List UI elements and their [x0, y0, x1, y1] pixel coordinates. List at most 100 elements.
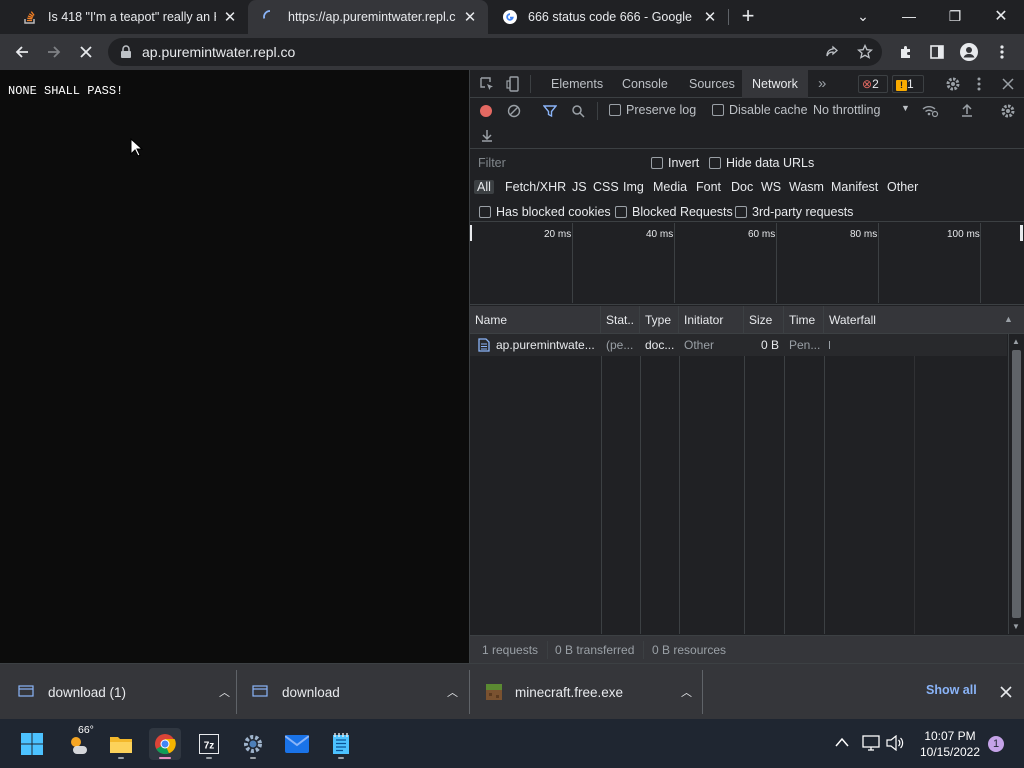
- filter-other[interactable]: Other: [887, 180, 918, 194]
- filter-manifest[interactable]: Manifest: [831, 180, 878, 194]
- table-row[interactable]: ap.puremintwate... (pe... doc... Other 0…: [470, 334, 1007, 356]
- hide-data-urls-checkbox[interactable]: Hide data URLs: [709, 156, 814, 170]
- close-tab-icon[interactable]: ✕: [222, 8, 238, 26]
- filter-ws[interactable]: WS: [761, 180, 781, 194]
- network-settings-gear-icon[interactable]: [1000, 103, 1016, 119]
- taskbar-settings[interactable]: [237, 728, 269, 760]
- notification-count-badge[interactable]: 1: [988, 736, 1004, 752]
- taskbar-notepad[interactable]: [325, 728, 357, 760]
- lock-icon[interactable]: [120, 45, 132, 59]
- column-waterfall[interactable]: Waterfall: [824, 306, 1024, 334]
- download-item[interactable]: minecraft.free.exe ︿: [486, 664, 692, 720]
- taskbar-7zip[interactable]: 7z: [193, 728, 225, 760]
- has-blocked-cookies-checkbox[interactable]: Has blocked cookies: [479, 205, 611, 219]
- address-bar[interactable]: ap.puremintwater.repl.co: [108, 38, 882, 66]
- filter-funnel-icon[interactable]: [543, 104, 557, 118]
- start-button[interactable]: [16, 728, 48, 760]
- tab-puremintwater[interactable]: https://ap.puremintwater.repl.co ✕: [248, 0, 488, 34]
- volume-speaker-icon[interactable]: [886, 735, 904, 751]
- record-icon[interactable]: [479, 104, 493, 118]
- weather-widget[interactable]: 66°: [62, 724, 96, 760]
- column-size[interactable]: Size: [744, 306, 784, 334]
- new-tab-button[interactable]: +: [736, 4, 760, 28]
- chevron-up-icon[interactable]: ︿: [681, 684, 692, 700]
- tab-google-search[interactable]: 666 status code 666 - Google Se ✕: [488, 0, 728, 34]
- stop-loading-button[interactable]: [72, 38, 100, 66]
- tab-search-dropdown-icon[interactable]: ⌄: [840, 0, 886, 32]
- close-download-shelf-icon[interactable]: [1000, 686, 1012, 698]
- import-har-icon[interactable]: [960, 103, 974, 117]
- export-har-icon[interactable]: [480, 128, 494, 142]
- search-icon[interactable]: [571, 104, 585, 118]
- filter-media[interactable]: Media: [653, 180, 687, 194]
- disable-cache-checkbox[interactable]: Disable cache: [712, 103, 808, 117]
- column-time[interactable]: Time: [784, 306, 824, 334]
- filter-wasm[interactable]: Wasm: [789, 180, 824, 194]
- scroll-down-icon[interactable]: ▼: [1012, 622, 1020, 631]
- bookmark-star-icon[interactable]: [857, 44, 873, 60]
- warning-count-badge[interactable]: ! 1: [892, 75, 924, 93]
- filter-font[interactable]: Font: [696, 180, 721, 194]
- network-monitor-icon[interactable]: [862, 735, 880, 751]
- taskbar-clock[interactable]: 10:07 PM 10/15/2022: [916, 728, 984, 760]
- filter-img[interactable]: Img: [623, 180, 644, 194]
- close-tab-icon[interactable]: ✕: [702, 8, 718, 26]
- column-initiator[interactable]: Initiator: [679, 306, 744, 334]
- filter-doc[interactable]: Doc: [731, 180, 753, 194]
- third-party-requests-checkbox[interactable]: 3rd-party requests: [735, 205, 853, 219]
- close-window-button[interactable]: ✕: [978, 0, 1024, 32]
- filter-css[interactable]: CSS: [593, 180, 619, 194]
- show-hidden-icons-chevron-icon[interactable]: [835, 737, 849, 747]
- column-name[interactable]: Name: [470, 306, 601, 334]
- throttling-select[interactable]: No throttling ▼: [813, 103, 910, 117]
- chevron-up-icon[interactable]: ︿: [219, 684, 230, 700]
- taskbar-chrome[interactable]: [149, 728, 181, 760]
- extensions-button[interactable]: [892, 38, 920, 66]
- chevron-up-icon[interactable]: ︿: [447, 684, 458, 700]
- minimize-button[interactable]: —: [886, 0, 932, 32]
- devtools-menu-icon[interactable]: [977, 76, 981, 92]
- more-tabs-icon[interactable]: »: [818, 75, 826, 92]
- scrollbar-thumb[interactable]: [1012, 350, 1021, 618]
- tab-console[interactable]: Console: [612, 70, 678, 98]
- filter-input[interactable]: Filter: [474, 153, 634, 173]
- share-icon[interactable]: [824, 44, 840, 60]
- forward-button[interactable]: [40, 38, 68, 66]
- sort-ascending-icon[interactable]: ▲: [1004, 314, 1013, 324]
- side-panel-button[interactable]: [923, 38, 951, 66]
- devtools-settings-gear-icon[interactable]: [945, 76, 961, 92]
- chrome-menu-button[interactable]: [988, 38, 1016, 66]
- clear-log-icon[interactable]: [507, 104, 521, 118]
- error-count-badge[interactable]: ⊗2: [858, 75, 888, 93]
- download-item[interactable]: download (1) ︿: [18, 664, 230, 720]
- timeline-right-handle[interactable]: [1020, 225, 1023, 241]
- timeline-overview[interactable]: 20 ms 40 ms 60 ms 80 ms 100 ms: [470, 223, 1024, 305]
- tab-network[interactable]: Network: [742, 70, 808, 98]
- filter-js[interactable]: JS: [572, 180, 587, 194]
- filter-fetch-xhr[interactable]: Fetch/XHR: [505, 180, 566, 194]
- preserve-log-checkbox[interactable]: Preserve log: [609, 103, 696, 117]
- device-toolbar-icon[interactable]: [506, 76, 520, 92]
- vertical-scrollbar[interactable]: ▲ ▼: [1008, 334, 1024, 634]
- filter-all[interactable]: All: [474, 180, 494, 194]
- tab-elements[interactable]: Elements: [541, 70, 613, 98]
- invert-checkbox[interactable]: Invert: [651, 156, 699, 170]
- tab-sources[interactable]: Sources: [679, 70, 745, 98]
- close-tab-icon[interactable]: ✕: [462, 8, 478, 26]
- taskbar-file-explorer[interactable]: [105, 728, 137, 760]
- restore-button[interactable]: ❐: [932, 0, 978, 32]
- timeline-left-handle[interactable]: [470, 225, 472, 241]
- profile-button[interactable]: [955, 38, 983, 66]
- inspect-element-icon[interactable]: [480, 77, 494, 91]
- taskbar-mail[interactable]: [281, 728, 313, 760]
- close-devtools-icon[interactable]: [1002, 78, 1014, 90]
- show-all-downloads-link[interactable]: Show all: [926, 683, 977, 697]
- download-item[interactable]: download ︿: [252, 664, 458, 720]
- tab-teapot[interactable]: Is 418 "I'm a teapot" really an HT ✕: [8, 0, 248, 34]
- column-status[interactable]: Stat..: [601, 306, 640, 334]
- back-button[interactable]: [8, 38, 36, 66]
- network-conditions-icon[interactable]: [921, 103, 939, 119]
- blocked-requests-checkbox[interactable]: Blocked Requests: [615, 205, 733, 219]
- column-type[interactable]: Type: [640, 306, 679, 334]
- scroll-up-icon[interactable]: ▲: [1012, 337, 1020, 346]
